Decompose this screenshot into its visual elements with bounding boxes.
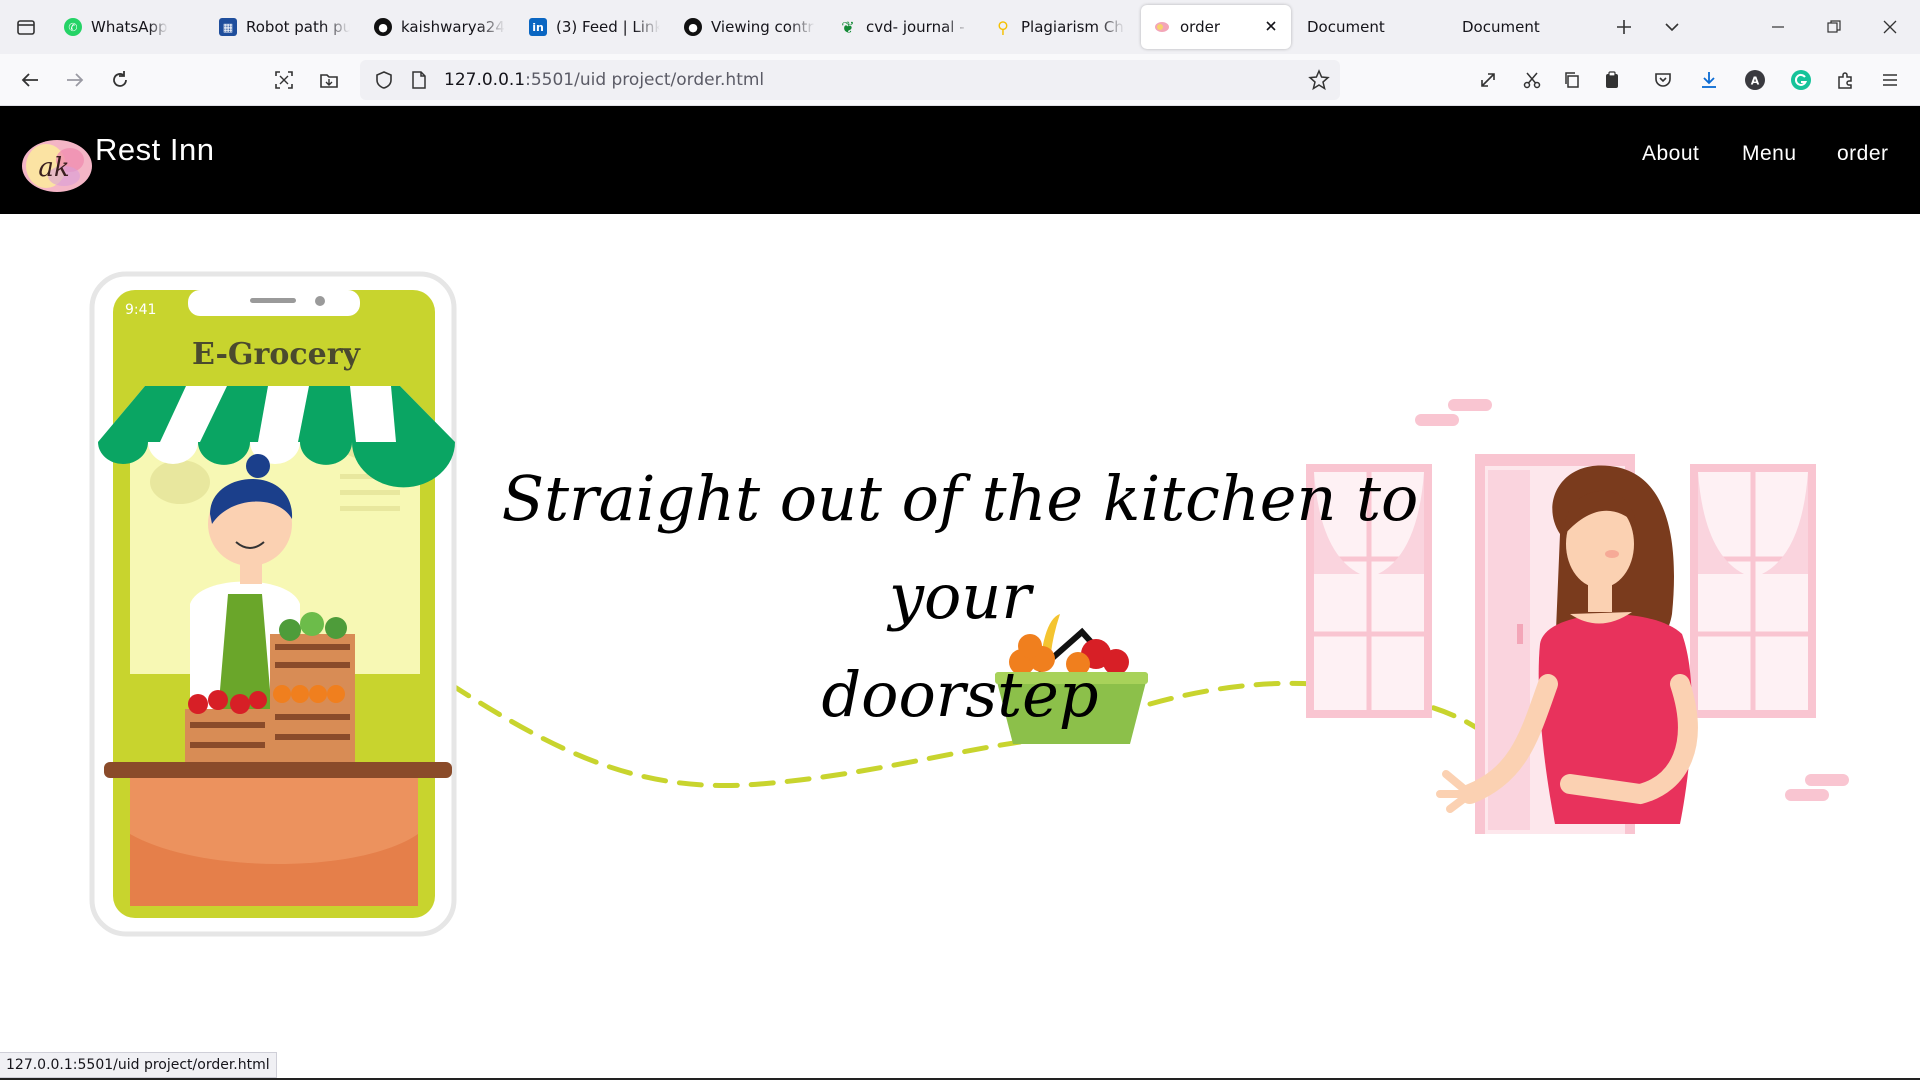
browser-tab-linkedin[interactable]: in (3) Feed | Linke <box>517 5 672 49</box>
nav-link-about[interactable]: About <box>1642 142 1699 166</box>
back-icon[interactable] <box>8 60 52 100</box>
close-tab-icon[interactable] <box>1261 16 1281 36</box>
hero-headline: Straight out of the kitchen to your door… <box>480 450 1440 744</box>
tab-title: Document <box>1307 18 1385 36</box>
paste-icon[interactable] <box>1592 60 1632 100</box>
logo-favicon <box>1153 18 1171 36</box>
browser-tab-plagiarism[interactable]: ⚲ Plagiarism Che <box>982 5 1137 49</box>
svg-text:A: A <box>1751 75 1760 88</box>
bulb-icon: ⚲ <box>997 17 1009 37</box>
phone-title-label: E-Grocery <box>192 337 361 372</box>
extensions-icon[interactable] <box>1825 60 1865 100</box>
hero-headline-line-1: Straight out of the kitchen to your <box>501 462 1419 633</box>
tab-title: (3) Feed | Linke <box>556 18 660 36</box>
url-path: :5501/uid project/order.html <box>525 70 765 90</box>
whatsapp-icon: ✆ <box>64 18 82 36</box>
url-host: 127.0.0.1 <box>444 70 526 90</box>
nav-link-order[interactable]: order <box>1837 142 1889 166</box>
shield-icon[interactable] <box>366 70 402 90</box>
browser-tab-order[interactable]: order <box>1141 5 1291 49</box>
screenshot-icon[interactable] <box>262 60 306 100</box>
pocket-icon[interactable] <box>1643 60 1683 100</box>
browser-tab-bar: ✆ WhatsApp ▦ Robot path pu ● kaishwarya2… <box>0 0 1920 54</box>
save-to-folder-icon[interactable] <box>307 60 351 100</box>
new-tab-icon[interactable] <box>1600 0 1648 54</box>
tab-title: Plagiarism Che <box>1021 18 1125 36</box>
hero-section: 9:41 E-Grocery Straight out of the kitch… <box>0 214 1920 1058</box>
account-icon[interactable]: A <box>1735 60 1775 100</box>
tab-title: Viewing contri <box>711 18 815 36</box>
chevron-down-icon[interactable] <box>1648 0 1696 54</box>
reload-icon[interactable] <box>98 60 142 100</box>
logo-text: ak <box>38 153 69 183</box>
tab-title: cvd- journal - C <box>866 18 970 36</box>
menu-icon[interactable] <box>1870 60 1910 100</box>
tab-title: Document <box>1462 18 1540 36</box>
brand-logo[interactable]: ak <box>20 136 94 196</box>
browser-tab-whatsapp[interactable]: ✆ WhatsApp <box>52 5 207 49</box>
browser-tab-github-contrib[interactable]: ● Viewing contri <box>672 5 827 49</box>
forward-icon[interactable] <box>53 60 97 100</box>
tab-list-icon[interactable] <box>0 0 52 54</box>
fullscreen-icon[interactable] <box>1468 60 1508 100</box>
brand-name[interactable]: Rest Inn <box>95 132 214 168</box>
url-text[interactable]: 127.0.0.1:5501/uid project/order.html <box>444 70 764 90</box>
tab-title: Robot path pu <box>246 18 350 36</box>
downloads-icon[interactable] <box>1689 60 1729 100</box>
phone-time-label: 9:41 <box>125 302 156 318</box>
nav-link-menu[interactable]: Menu <box>1742 142 1797 166</box>
address-bar[interactable]: 127.0.0.1:5501/uid project/order.html <box>360 60 1340 100</box>
browser-navigation-bar: 127.0.0.1:5501/uid project/order.html A <box>0 54 1920 106</box>
minimize-icon[interactable] <box>1750 0 1806 54</box>
github-icon: ● <box>684 18 702 36</box>
bookmark-star-icon[interactable] <box>1308 69 1330 96</box>
page-info-icon[interactable] <box>402 70 436 90</box>
linkedin-icon: in <box>529 18 547 36</box>
browser-tab-robot[interactable]: ▦ Robot path pu <box>207 5 362 49</box>
tab-title: WhatsApp <box>91 18 168 36</box>
browser-tab-document-1[interactable]: Document <box>1295 5 1450 49</box>
github-icon: ● <box>374 18 392 36</box>
browser-tab-overleaf[interactable]: ❦ cvd- journal - C <box>827 5 982 49</box>
ieee-icon: ▦ <box>219 18 237 36</box>
tab-title: kaishwarya24/F <box>401 18 505 36</box>
close-window-icon[interactable] <box>1862 0 1918 54</box>
restore-icon[interactable] <box>1806 0 1862 54</box>
cut-icon[interactable] <box>1512 60 1552 100</box>
grammarly-icon[interactable] <box>1781 60 1821 100</box>
browser-tab-document-2[interactable]: Document <box>1450 5 1605 49</box>
overleaf-icon: ❦ <box>841 17 855 37</box>
copy-icon[interactable] <box>1552 60 1592 100</box>
phone-illustration: 9:41 E-Grocery <box>89 271 457 937</box>
browser-tab-github-repo[interactable]: ● kaishwarya24/F <box>362 5 517 49</box>
site-header: ak Rest Inn About Menu order <box>0 106 1920 214</box>
tab-title: order <box>1180 18 1220 36</box>
link-status-tooltip: 127.0.0.1:5501/uid project/order.html <box>0 1052 277 1078</box>
hero-headline-line-2: doorstep <box>821 658 1099 731</box>
